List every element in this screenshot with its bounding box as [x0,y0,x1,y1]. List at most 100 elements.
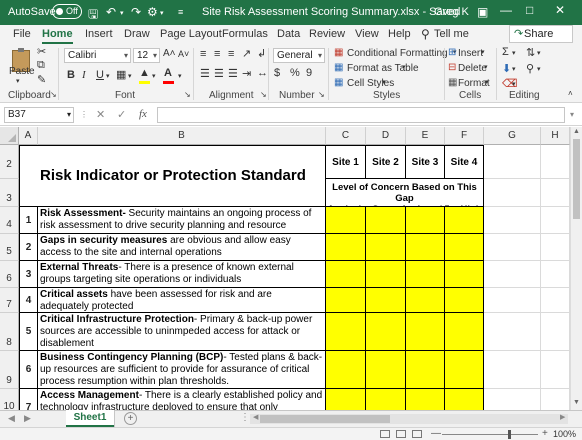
row-header-7[interactable]: 7 [0,288,19,313]
currency-icon[interactable]: $ [274,67,280,79]
clipboard-launcher-icon[interactable]: ↘ [50,90,57,99]
align-bottom-icon[interactable]: ≡ [228,48,234,60]
paste-dropdown-icon[interactable]: ▾ [16,77,20,85]
autosum-icon[interactable]: Σ [502,46,509,58]
tab-insert[interactable]: Insert [85,28,113,40]
page-break-view-icon[interactable] [412,430,422,438]
row-header-8[interactable]: 8 [0,313,19,351]
paste-button-label[interactable]: Paste [9,66,35,77]
column-header-d[interactable]: D [366,127,406,145]
insert-dropdown-icon[interactable]: ▾ [481,48,485,56]
orientation-icon[interactable]: ↗ [242,47,251,60]
scroll-thumb[interactable] [260,415,390,423]
clear-dropdown-icon[interactable]: ▾ [512,80,516,88]
sheet-tab-sheet1[interactable]: Sheet1 [66,410,114,427]
item-description[interactable]: Business Contingency Planning (BCP)- Tes… [38,351,326,389]
tab-formulas[interactable]: Formulas [222,28,268,40]
cut-icon[interactable]: ✂ [37,45,46,58]
score-cell[interactable] [326,288,366,313]
grid-cell[interactable] [541,351,570,389]
score-cell[interactable] [366,261,406,288]
concern-header[interactable]: Level of Concern Based on This Gap Analy… [326,179,484,215]
undo-dropdown-icon[interactable]: ▾ [120,9,124,17]
tell-me-search[interactable]: Tell me [434,28,469,40]
formula-input[interactable] [157,107,565,123]
minimize-button[interactable]: — [500,3,512,17]
normal-view-icon[interactable] [380,430,390,438]
item-description[interactable]: Critical assets have been assessed for r… [38,288,326,313]
find-dropdown-icon[interactable]: ▾ [537,65,541,73]
column-header-c[interactable]: C [326,127,366,145]
fill-color-icon[interactable]: ▲ [139,67,150,79]
column-header-a[interactable]: A [19,127,38,145]
grid-cell[interactable] [541,313,570,351]
item-number[interactable]: 1 [19,207,38,234]
score-cell[interactable] [366,313,406,351]
item-description[interactable]: Critical Infrastructure Protection- Prim… [38,313,326,351]
score-cell[interactable] [445,389,484,410]
insert-cells-icon[interactable]: ⊞ [448,47,456,58]
font-color-icon[interactable]: A [164,67,172,79]
grid-cell[interactable] [484,313,541,351]
score-cell[interactable] [445,351,484,389]
cell-styles-button[interactable]: Cell Styles [347,78,394,89]
delete-cells-button[interactable]: Delete [458,63,487,74]
site-2-header[interactable]: Site 2 [366,145,406,179]
grid-cell[interactable] [484,389,541,410]
ribbon-display-icon[interactable]: ▣ [477,5,488,19]
font-color-dropdown-icon[interactable]: ▾ [178,72,182,80]
grid-cell[interactable] [541,207,570,234]
redo-icon[interactable]: ↷ [131,5,141,19]
align-left-icon[interactable]: ☰ [200,67,210,80]
item-description[interactable]: Access Management- There is a clearly es… [38,389,326,410]
tab-page-layout[interactable]: Page Layout [160,28,222,40]
item-number[interactable]: 6 [19,351,38,389]
tab-review[interactable]: Review [309,28,345,40]
item-description[interactable]: Risk Assessment- Security maintains an o… [38,207,326,234]
next-sheet-icon[interactable]: ▶ [24,413,31,424]
zoom-slider-knob[interactable] [508,430,511,439]
indent-icon[interactable]: ⇥ [242,67,251,80]
prev-sheet-icon[interactable]: ◀ [8,413,15,424]
font-name-box[interactable]: Calibri ▾ [64,48,131,63]
share-button[interactable]: ↷ Share [509,25,573,43]
italic-icon[interactable]: I [82,69,86,81]
vertical-scrollbar[interactable]: ▲ ▼ [570,127,582,410]
format-dropdown-icon[interactable]: ▾ [485,78,489,86]
sort-filter-icon[interactable]: ⇅ [526,46,535,59]
grid-cell[interactable] [541,234,570,261]
increase-font-icon[interactable]: A˄ [163,48,176,59]
alignment-launcher-icon[interactable]: ↘ [260,90,267,99]
column-header-f[interactable]: F [445,127,484,145]
align-right-icon[interactable]: ☰ [228,67,238,80]
wrap-text-icon[interactable]: ↲ [257,47,266,60]
decrease-font-icon[interactable]: A˅ [178,49,189,59]
zoom-in-button[interactable]: + [542,428,548,439]
select-all-button[interactable] [0,127,19,145]
tab-view[interactable]: View [355,28,379,40]
column-header-b[interactable]: B [38,127,326,145]
row-header-10[interactable]: 10 [0,389,19,410]
borders-icon[interactable]: ▦ [116,68,126,81]
more-commands-icon[interactable]: ≡ [178,7,183,17]
grid-cell[interactable] [484,261,541,288]
copy-icon[interactable]: ⧉ [37,59,45,72]
score-cell[interactable] [326,207,366,234]
sort-filter-dropdown-icon[interactable]: ▾ [537,49,541,57]
format-cells-icon[interactable]: ▦ [448,77,457,88]
grid-cell[interactable] [484,145,541,179]
scroll-up-icon[interactable]: ▲ [573,128,580,135]
score-cell[interactable] [326,261,366,288]
scroll-down-icon[interactable]: ▼ [573,399,580,406]
score-cell[interactable] [406,261,445,288]
horizontal-scrollbar[interactable] [250,414,568,424]
site-3-header[interactable]: Site 3 [406,145,445,179]
score-cell[interactable] [366,207,406,234]
grid-cell[interactable] [484,179,541,207]
fill-icon[interactable]: ⬇ [502,62,511,75]
font-launcher-icon[interactable]: ↘ [184,90,191,99]
tab-home[interactable]: Home [42,28,73,44]
number-format-box[interactable]: General ▾ [273,48,325,63]
tab-help[interactable]: Help [388,28,411,40]
cancel-icon[interactable]: ✕ [96,108,105,121]
